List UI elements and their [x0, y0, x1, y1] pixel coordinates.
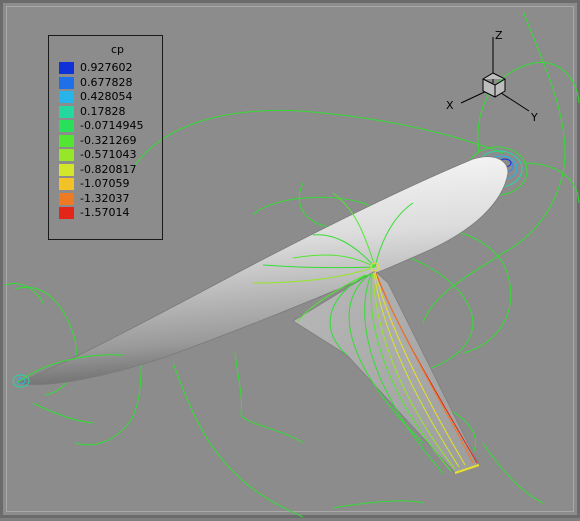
legend-label: -0.0714945	[80, 119, 144, 132]
y-axis-line	[497, 90, 530, 112]
legend-swatch	[59, 120, 74, 132]
contour-line	[522, 162, 580, 204]
legend-swatch	[59, 192, 74, 205]
legend-label: 0.677828	[80, 75, 133, 89]
contour-line	[132, 110, 504, 169]
contour-line	[332, 500, 424, 509]
contour-line	[32, 402, 94, 424]
legend-swatch	[59, 76, 74, 89]
legend-swatch	[59, 207, 74, 219]
axis-z-label: Z	[495, 29, 503, 42]
contour-line	[482, 442, 544, 504]
legend-swatch	[59, 178, 74, 190]
legend-label: 0.428054	[80, 90, 133, 103]
tecplot-viewport[interactable]: Z X Y cp 0.927602 0.677828 0.428054 0.17828…	[0, 0, 580, 518]
contour-legend[interactable]: cp 0.927602 0.677828 0.428054 0.17828 -0.071…	[48, 35, 163, 240]
axis-cube	[482, 72, 506, 98]
legend-swatch	[59, 134, 74, 147]
legend-swatch	[59, 105, 74, 118]
legend-label: -1.32037	[80, 191, 130, 205]
legend-swatch	[59, 62, 74, 74]
contour-line	[4, 283, 44, 304]
contour-line	[172, 362, 304, 518]
legend-label: 0.17828	[80, 104, 126, 118]
axis-x-label: X	[446, 99, 454, 112]
legend-swatch	[59, 163, 74, 176]
wing-surface	[292, 270, 480, 474]
legend-label: 0.927602	[80, 61, 133, 74]
legend-label: -1.07059	[80, 177, 130, 190]
legend-label: -0.571043	[80, 148, 137, 161]
axis-y-label: Y	[530, 111, 538, 124]
legend-swatch	[59, 149, 74, 161]
legend-label: -0.321269	[80, 133, 137, 147]
legend-title: cp	[111, 43, 125, 56]
orientation-axes[interactable]: Z X Y	[446, 29, 538, 124]
wing	[292, 270, 480, 474]
contour-line	[234, 352, 304, 444]
legend-label: -0.820817	[80, 162, 137, 176]
legend-label: -1.57014	[80, 206, 130, 219]
legend-swatch	[59, 91, 74, 103]
